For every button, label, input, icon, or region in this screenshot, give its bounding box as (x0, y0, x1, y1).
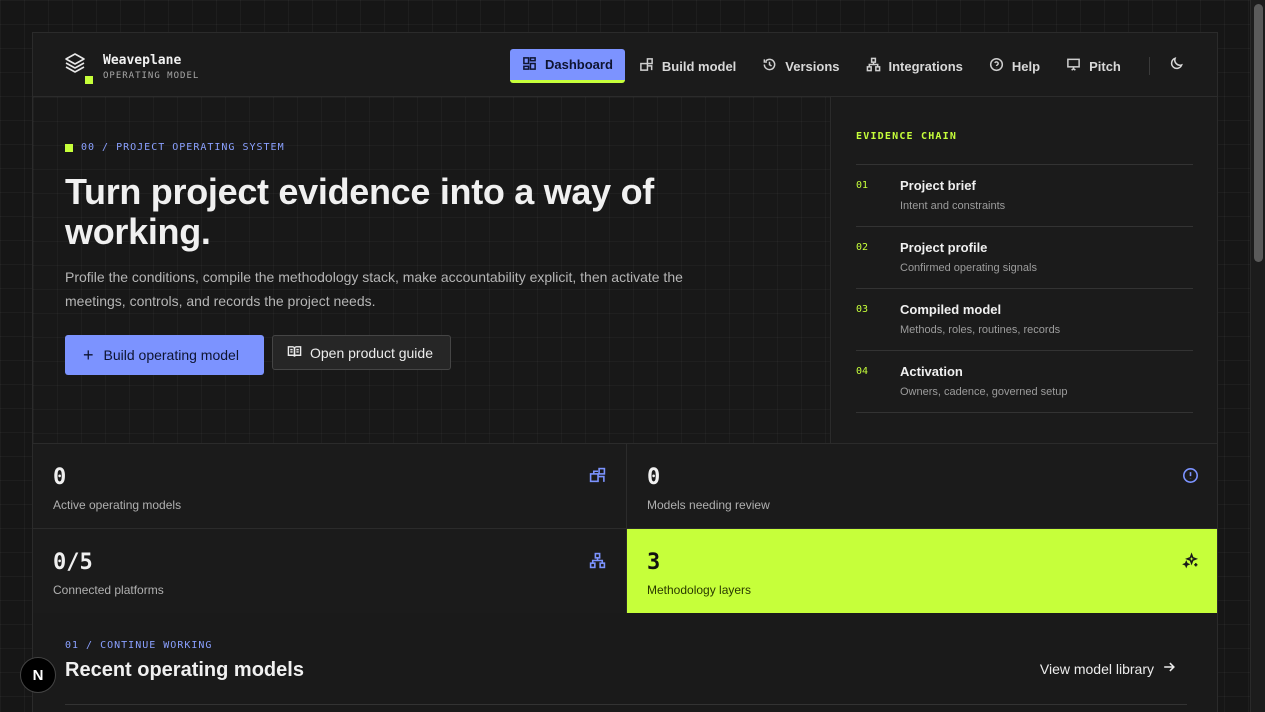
history-icon (762, 57, 777, 75)
evidence-item-number: 03 (856, 304, 869, 315)
nav-build-model[interactable]: Build model (627, 49, 748, 83)
evidence-item-description: Methods, roles, routines, records (900, 324, 1061, 336)
stat-value: 0/5 (53, 550, 93, 575)
evidence-item: 01 Project brief Intent and constraints (856, 165, 1193, 227)
scrollbar-thumb[interactable] (1254, 4, 1263, 262)
nav-integrations-label: Integrations (888, 58, 963, 74)
nav-dashboard-label: Dashboard (545, 57, 613, 72)
stat-card-active-models: 0 Active operating models (33, 444, 626, 529)
network-icon (866, 57, 881, 75)
logo-accent-square (85, 76, 93, 84)
moon-icon (1169, 56, 1184, 76)
evidence-chain-panel: EVIDENCE CHAIN 01 Project brief Intent a… (832, 97, 1217, 443)
recent-eyebrow: 01 / CONTINUE WORKING (65, 640, 213, 651)
evidence-chain-list: 01 Project brief Intent and constraints … (856, 164, 1193, 413)
hero-title: Turn project evidence into a way of work… (65, 171, 654, 252)
plus-icon: + (83, 345, 94, 365)
view-model-library-link[interactable]: View model library (1040, 660, 1176, 677)
evidence-item-name: Project profile (900, 240, 988, 255)
brand-name: Weaveplane (103, 53, 182, 68)
hero-eyebrow-text: 00 / PROJECT OPERATING SYSTEM (81, 142, 285, 153)
recent-models-section: 01 / CONTINUE WORKING Recent operating m… (33, 613, 1217, 712)
page-scrollbar[interactable] (1250, 0, 1265, 712)
nav-build-model-label: Build model (661, 58, 737, 74)
presentation-icon (1066, 57, 1081, 75)
main-nav: Dashboard Build model Versions Integrati… (510, 48, 1192, 84)
layers-icon (63, 53, 87, 79)
evidence-item-name: Activation (900, 364, 963, 379)
build-operating-model-button[interactable]: + Build operating model (65, 335, 264, 375)
theme-toggle-button[interactable] (1162, 51, 1192, 81)
nav-integrations[interactable]: Integrations (854, 49, 975, 83)
build-operating-model-label: Build operating model (103, 347, 239, 363)
recent-title: Recent operating models (65, 659, 304, 681)
stat-label: Active operating models (53, 498, 182, 512)
book-open-icon (287, 344, 302, 362)
nav-versions-label: Versions (785, 58, 840, 74)
nextjs-dev-badge[interactable]: N (20, 657, 56, 693)
evidence-item-description: Confirmed operating signals (900, 262, 1037, 274)
evidence-chain-title: EVIDENCE CHAIN (856, 131, 958, 142)
stat-card-connected-platforms: 0/5 Connected platforms (33, 529, 626, 614)
open-product-guide-button[interactable]: Open product guide (272, 335, 451, 370)
app-frame: Weaveplane OPERATING MODEL Dashboard Bui… (32, 32, 1218, 712)
nav-dashboard[interactable]: Dashboard (510, 49, 625, 83)
network-icon (589, 552, 606, 569)
evidence-item-name: Project brief (900, 178, 976, 193)
build-icon (639, 57, 654, 75)
evidence-item: 04 Activation Owners, cadence, governed … (856, 351, 1193, 413)
evidence-item: 02 Project profile Confirmed operating s… (856, 227, 1193, 289)
arrow-right-icon (1162, 660, 1176, 677)
stat-value: 0 (647, 465, 661, 490)
hero-eyebrow: 00 / PROJECT OPERATING SYSTEM (65, 142, 285, 153)
stat-value: 3 (647, 550, 661, 575)
stat-label: Models needing review (647, 498, 770, 512)
hero-section: 00 / PROJECT OPERATING SYSTEM Turn proje… (33, 97, 831, 443)
brand-logo[interactable] (63, 51, 93, 84)
evidence-item-number: 04 (856, 366, 869, 377)
nav-help-label: Help (1011, 58, 1041, 74)
alert-circle-icon (1182, 467, 1199, 484)
evidence-item-description: Intent and constraints (900, 200, 1006, 212)
nav-help[interactable]: Help (977, 49, 1052, 83)
evidence-item-name: Compiled model (900, 302, 1002, 317)
stat-card-methodology-layers: 3 Methodology layers (626, 529, 1217, 614)
evidence-item-number: 02 (856, 242, 869, 253)
stat-label: Methodology layers (647, 583, 752, 597)
dashboard-icon (522, 56, 537, 74)
nextjs-logo-icon: N (32, 666, 44, 684)
stat-label: Connected platforms (53, 583, 164, 597)
eyebrow-square-icon (65, 143, 73, 152)
brand-subtitle: OPERATING MODEL (103, 71, 200, 81)
nav-divider (1148, 57, 1150, 75)
section-divider (65, 704, 1187, 705)
stat-card-models-review: 0 Models needing review (626, 444, 1217, 529)
nav-versions[interactable]: Versions (750, 49, 851, 83)
evidence-item-description: Owners, cadence, governed setup (900, 386, 1068, 398)
nav-pitch[interactable]: Pitch (1054, 49, 1133, 83)
stat-value: 0 (53, 465, 67, 490)
open-product-guide-label: Open product guide (310, 344, 433, 361)
blocks-icon (589, 467, 606, 484)
hero-description: Profile the conditions, compile the meth… (65, 269, 683, 309)
sparkles-icon (1182, 552, 1199, 569)
evidence-item-number: 01 (856, 180, 869, 191)
help-circle-icon (989, 57, 1004, 75)
evidence-item: 03 Compiled model Methods, roles, routin… (856, 289, 1193, 351)
stats-grid: 0 Active operating models 0 Models needi… (33, 443, 1217, 614)
nav-pitch-label: Pitch (1089, 58, 1121, 74)
view-model-library-label: View model library (1039, 660, 1154, 677)
top-header: Weaveplane OPERATING MODEL Dashboard Bui… (33, 33, 1217, 97)
